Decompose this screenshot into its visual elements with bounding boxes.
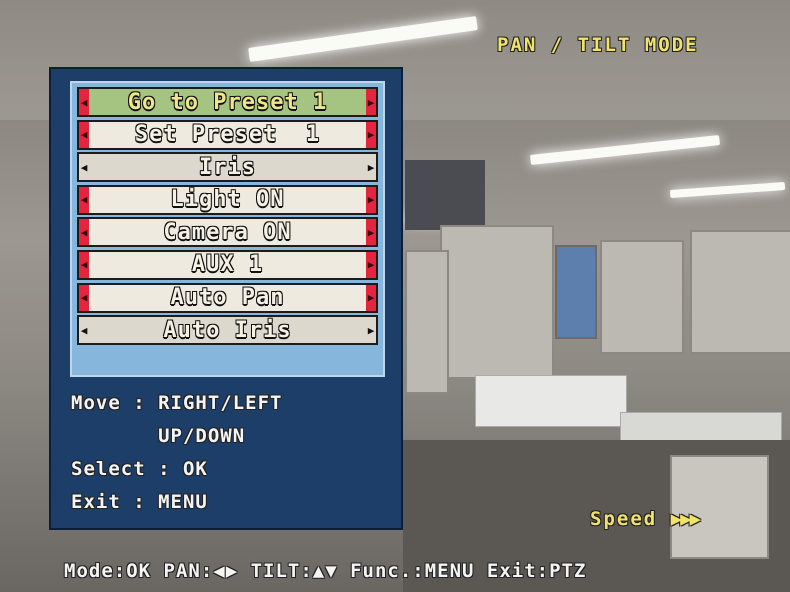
menu-item[interactable]: ◀ Camera ON ▶ [77,217,378,248]
menu-item-label: Iris [199,154,256,180]
arrow-left-icon[interactable]: ◀ [79,154,89,180]
menu-item-label: Auto Iris [163,317,292,343]
arrow-right-icon[interactable]: ▶ [366,154,376,180]
arrow-right-icon[interactable]: ▶ [366,284,376,311]
menu-list: ◀ Go to Preset 1 ▶ ◀ Set Preset 1 ▶ ◀ Iris ▶ ◀ Lig… [70,81,385,377]
arrow-left-icon[interactable]: ◀ [79,284,89,311]
ceiling-light [669,181,786,199]
speed-label: Speed [590,508,658,530]
menu-item-label: AUX 1 [191,252,264,278]
menu-item[interactable]: ◀ Auto Iris ▶ [77,315,378,346]
menu-item[interactable]: ◀ Auto Pan ▶ [77,282,378,313]
cabinet [670,455,769,559]
menu-item[interactable]: ◀ Light ON ▶ [77,184,378,215]
help-exit: Exit : MENU [71,491,208,513]
arrow-left-icon[interactable]: ◀ [79,251,89,278]
arrow-right-icon[interactable]: ▶ [366,317,376,343]
menu-item-label: Auto Pan [170,285,285,311]
cubicle-partition [440,225,554,379]
arrow-right-icon[interactable]: ▶ [366,219,376,246]
arrow-right-icon[interactable]: ▶ [366,251,376,278]
window [405,160,485,230]
menu-item-label: Set Preset 1 [134,122,321,148]
wall-poster [555,245,597,339]
arrow-left-icon[interactable]: ◀ [79,219,89,246]
menu-item[interactable]: ◀ Go to Preset 1 ▶ [77,87,378,117]
arrow-left-icon[interactable]: ◀ [79,186,89,213]
bottom-help-bar: Mode:OK PAN:◀▶ TILT:▲▼ Func.:MENU Exit:P… [64,560,587,582]
speed-arrows-icon: ▶▶▶ [670,508,701,530]
arrow-right-icon[interactable]: ▶ [366,186,376,213]
menu-item-label: Camera ON [163,219,292,245]
arrow-left-icon[interactable]: ◀ [79,317,89,343]
ceiling-light [529,135,721,165]
help-text: Move : RIGHT/LEFT UP/DOWN Select : OK Ex… [71,387,282,519]
cubicle-partition [600,240,684,354]
help-move-2: UP/DOWN [71,425,246,447]
help-select: Select : OK [71,458,208,480]
cubicle-partition [690,230,790,354]
menu-item-label: Light ON [170,187,285,213]
mode-title: PAN / TILT MODE [497,34,699,56]
arrow-right-icon[interactable]: ▶ [366,121,376,148]
cubicle-partition [405,250,449,394]
arrow-left-icon[interactable]: ◀ [79,89,89,115]
arrow-left-icon[interactable]: ◀ [79,121,89,148]
menu-item[interactable]: ◀ Set Preset 1 ▶ [77,119,378,150]
help-move: Move : RIGHT/LEFT [71,392,283,414]
speed-indicator: Speed ▶▶▶ [590,508,701,530]
paper-box [475,375,627,427]
menu-item-label: Go to Preset 1 [127,89,328,115]
arrow-right-icon[interactable]: ▶ [366,89,376,115]
ptz-menu-panel: ◀ Go to Preset 1 ▶ ◀ Set Preset 1 ▶ ◀ Iris ▶ ◀ Lig… [49,67,403,530]
menu-item[interactable]: ◀ Iris ▶ [77,152,378,183]
menu-item[interactable]: ◀ AUX 1 ▶ [77,249,378,280]
